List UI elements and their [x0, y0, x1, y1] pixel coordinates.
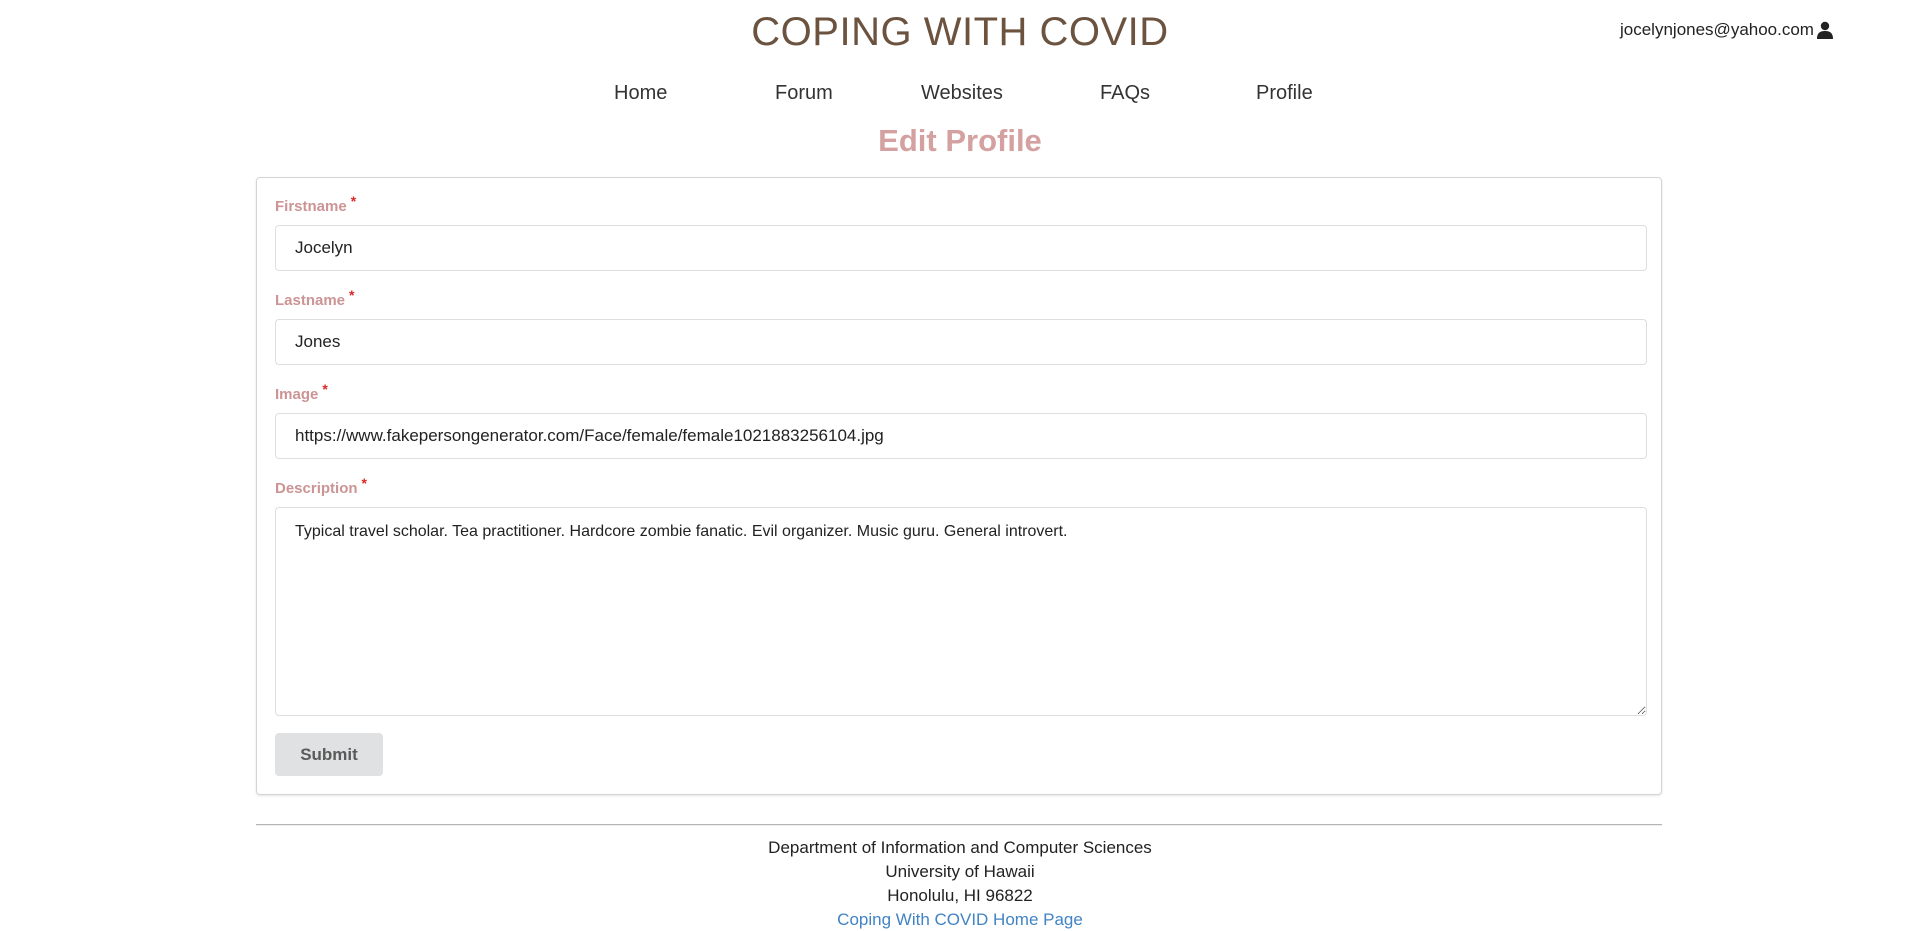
- footer-divider: [256, 824, 1662, 825]
- nav-item-home[interactable]: Home: [614, 78, 667, 108]
- page-title: Edit Profile: [878, 123, 1042, 158]
- page: COPING WITH COVID jocelynjones@yahoo.com…: [0, 0, 1920, 931]
- user-email[interactable]: jocelynjones@yahoo.com: [1620, 20, 1814, 40]
- nav-item-profile[interactable]: Profile: [1256, 78, 1313, 108]
- lastname-label: Lastname *: [275, 287, 354, 309]
- image-label-text: Image: [275, 386, 319, 403]
- edit-profile-form: Firstname* Lastname* Image* Description*…: [256, 177, 1662, 795]
- description-field[interactable]: Typical travel scholar. Tea practitioner…: [275, 507, 1647, 716]
- image-url-field[interactable]: [275, 413, 1647, 459]
- nav-item-websites[interactable]: Websites: [921, 78, 1003, 108]
- firstname-label: Firstname *: [275, 193, 356, 215]
- required-marker: *: [322, 381, 328, 397]
- footer: Department of Information and Computer S…: [0, 836, 1920, 931]
- submit-button[interactable]: Submit: [275, 733, 383, 776]
- nav-item-forum[interactable]: Forum: [775, 78, 833, 108]
- image-label: Image *: [275, 381, 328, 403]
- description-label-text: Description: [275, 480, 358, 497]
- user-icon[interactable]: [1816, 21, 1834, 39]
- footer-department: Department of Information and Computer S…: [768, 838, 1152, 857]
- lastname-label-text: Lastname: [275, 292, 346, 309]
- description-label: Description *: [275, 475, 367, 497]
- nav-item-faqs[interactable]: FAQs: [1100, 78, 1150, 108]
- main-nav: Home Forum Websites FAQs Profile: [0, 78, 1920, 108]
- lastname-field[interactable]: [275, 319, 1647, 365]
- required-marker: *: [361, 475, 367, 491]
- footer-address: Honolulu, HI 96822: [887, 886, 1033, 905]
- user-menu[interactable]: jocelynjones@yahoo.com: [1620, 20, 1834, 40]
- firstname-label-text: Firstname: [275, 198, 347, 215]
- required-marker: *: [349, 287, 355, 303]
- firstname-field[interactable]: [275, 225, 1647, 271]
- footer-home-link[interactable]: Coping With COVID Home Page: [837, 910, 1083, 929]
- footer-university: University of Hawaii: [885, 862, 1035, 881]
- required-marker: *: [350, 193, 357, 209]
